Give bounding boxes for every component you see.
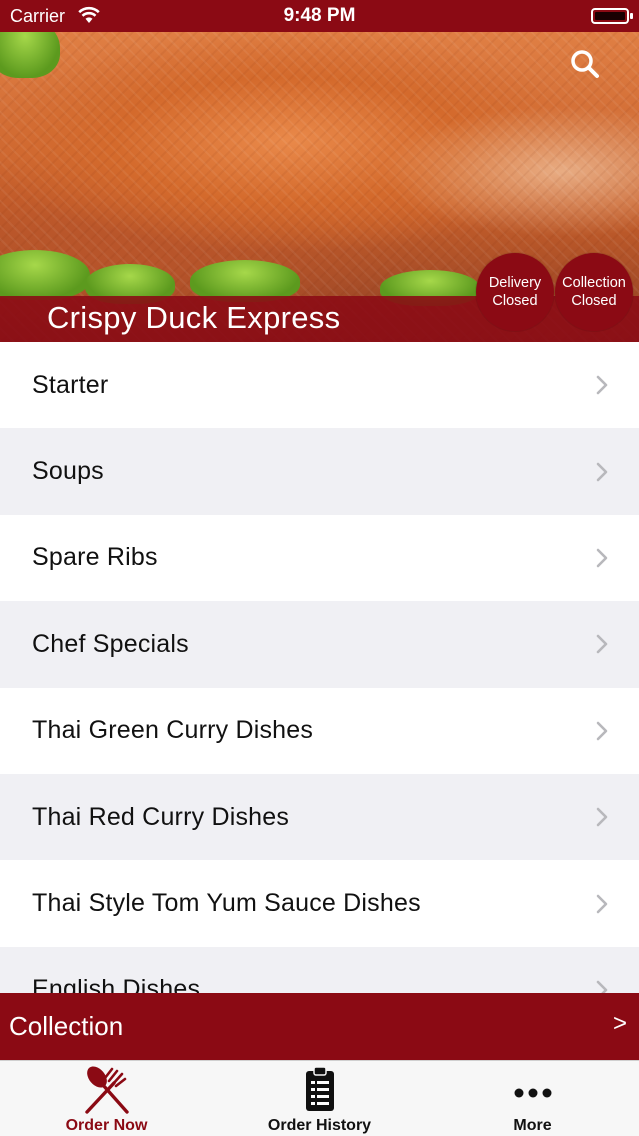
menu-category-list[interactable]: Starter Soups Spare Ribs Chef Specials T… bbox=[0, 342, 639, 993]
clipboard-list-icon bbox=[305, 1066, 334, 1111]
delivery-status-badge: Delivery Closed bbox=[476, 253, 554, 331]
collection-status-label: Collection bbox=[562, 275, 626, 291]
chevron-right-icon bbox=[596, 721, 608, 741]
menu-category-label: Thai Green Curry Dishes bbox=[32, 716, 314, 745]
order-mode-bar[interactable]: Collection > bbox=[0, 993, 639, 1060]
chevron-right-icon bbox=[596, 980, 608, 993]
restaurant-name: Crispy Duck Express bbox=[47, 300, 341, 335]
menu-category-thai-green-curry[interactable]: Thai Green Curry Dishes bbox=[0, 687, 639, 774]
delivery-status-value: Closed bbox=[492, 293, 538, 309]
delivery-status-label: Delivery bbox=[488, 275, 542, 291]
menu-category-soups[interactable]: Soups bbox=[0, 428, 639, 515]
tab-more-label: More bbox=[513, 1117, 552, 1134]
chevron-right-icon bbox=[596, 635, 608, 654]
tab-order-now[interactable]: Order Now bbox=[0, 1061, 213, 1136]
menu-category-starter[interactable]: Starter bbox=[0, 342, 639, 429]
menu-category-thai-tom-yum[interactable]: Thai Style Tom Yum Sauce Dishes bbox=[0, 860, 639, 947]
search-icon[interactable] bbox=[569, 48, 601, 80]
tab-more[interactable]: More bbox=[426, 1061, 639, 1136]
collection-status-badge: Collection Closed bbox=[555, 253, 633, 331]
tab-bar: Order Now Order History More bbox=[0, 1060, 639, 1136]
more-dots-icon bbox=[514, 1088, 551, 1098]
collection-status-value: Closed bbox=[571, 293, 617, 309]
menu-category-chef-specials[interactable]: Chef Specials bbox=[0, 601, 639, 688]
clock-time: 9:48 PM bbox=[283, 5, 356, 26]
chevron-right-icon bbox=[596, 807, 608, 827]
menu-category-label: Thai Style Tom Yum Sauce Dishes bbox=[32, 889, 421, 918]
order-mode-arrow: > bbox=[612, 1010, 627, 1037]
menu-category-label: Starter bbox=[32, 370, 109, 399]
fork-knife-icon bbox=[84, 1066, 129, 1114]
menu-category-label: Spare Ribs bbox=[32, 543, 158, 572]
tab-order-history-label: Order History bbox=[267, 1117, 372, 1134]
status-bar: Carrier 9:48 PM bbox=[0, 0, 639, 32]
chevron-right-icon bbox=[596, 548, 608, 568]
tab-order-history[interactable]: Order History bbox=[213, 1061, 426, 1136]
menu-category-spare-ribs[interactable]: Spare Ribs bbox=[0, 514, 639, 602]
battery-icon bbox=[591, 8, 633, 24]
menu-category-english-dishes[interactable]: English Dishes bbox=[0, 946, 639, 993]
menu-category-label: Thai Red Curry Dishes bbox=[32, 802, 290, 831]
menu-category-label: Chef Specials bbox=[32, 629, 189, 658]
menu-category-label: English Dishes bbox=[32, 975, 201, 993]
chevron-right-icon bbox=[596, 894, 608, 913]
chevron-right-icon bbox=[596, 462, 608, 481]
menu-category-thai-red-curry[interactable]: Thai Red Curry Dishes bbox=[0, 773, 639, 861]
order-mode-label: Collection bbox=[9, 1011, 124, 1041]
menu-category-label: Soups bbox=[32, 457, 104, 486]
chevron-right-icon bbox=[596, 375, 608, 395]
tab-order-now-label: Order Now bbox=[65, 1117, 148, 1134]
